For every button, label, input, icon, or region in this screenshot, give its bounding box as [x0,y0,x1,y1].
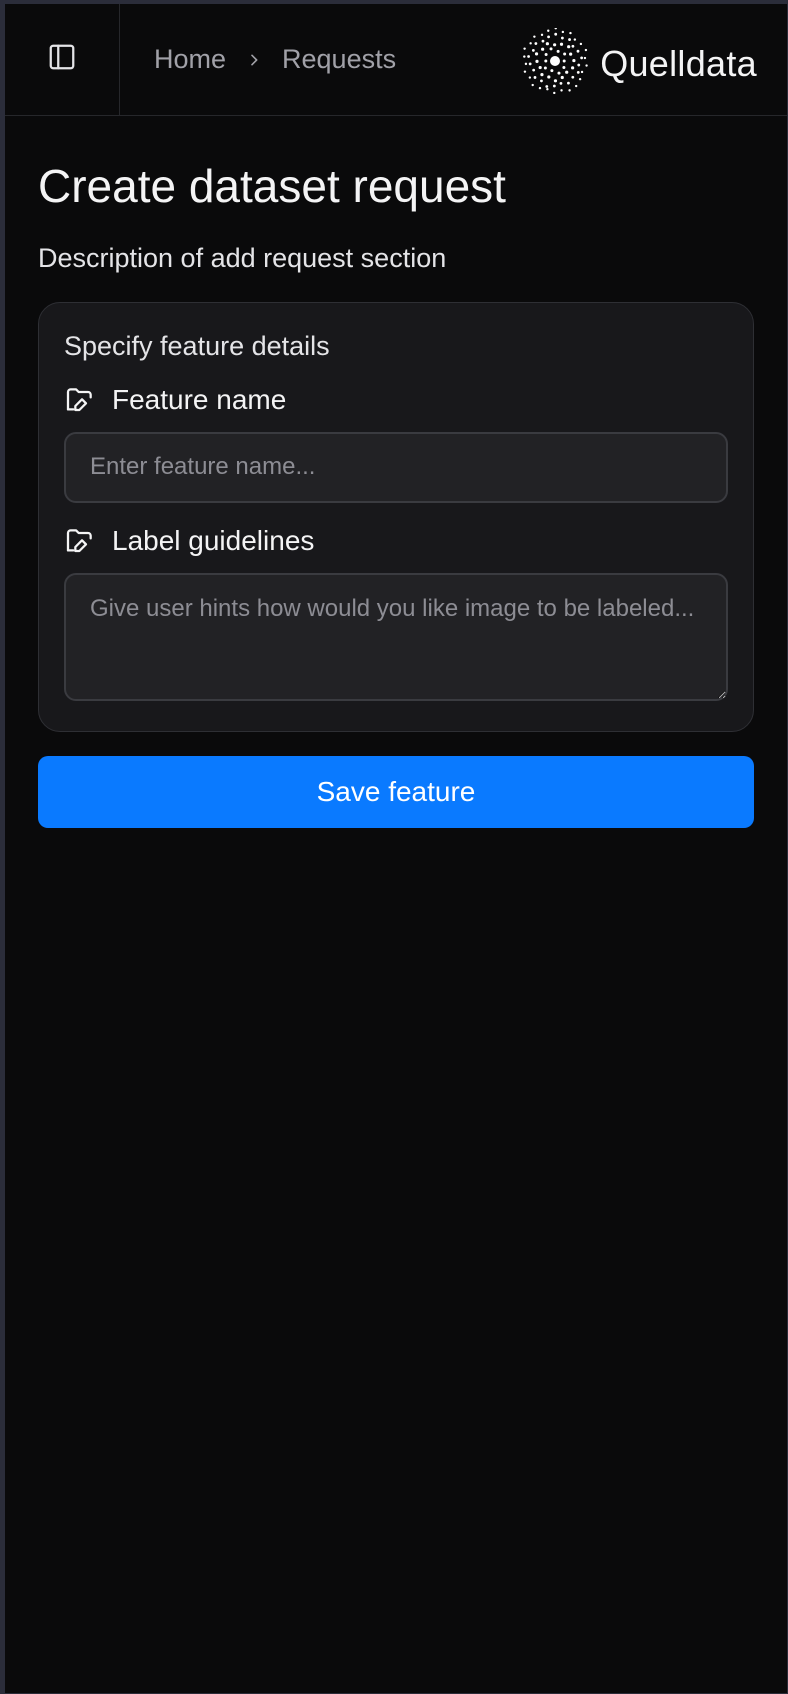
feature-name-label: Feature name [64,384,728,416]
breadcrumb-home[interactable]: Home [154,44,226,75]
chevron-right-icon [246,52,262,68]
label-guidelines-label-text: Label guidelines [112,524,315,556]
app-frame: Home Requests Quelldata Create dataset r… [5,4,787,1693]
folder-edit-icon [64,525,96,557]
save-feature-button[interactable]: Save feature [38,755,754,828]
sidebar-toggle-button[interactable] [5,4,120,115]
feature-name-label-text: Feature name [112,383,287,415]
brand[interactable]: Quelldata [522,27,757,99]
feature-name-input[interactable] [64,431,728,503]
folder-edit-icon [64,384,96,416]
page-title: Create dataset request [38,160,506,212]
breadcrumb-requests[interactable]: Requests [282,44,396,75]
top-header: Home Requests Quelldata [5,4,787,116]
label-guidelines-textarea[interactable] [64,572,728,701]
main-content: Create dataset request Description of ad… [5,160,787,828]
page-description: Description of add request section [38,242,447,273]
breadcrumb: Home Requests [154,44,396,75]
sidebar-panel-icon [47,42,77,77]
label-guidelines-label: Label guidelines [64,525,728,557]
quelldata-logo-icon [522,27,588,99]
feature-details-card: Specify feature details Feature name Ent… [38,301,754,732]
card-title: Specify feature details [64,330,330,361]
brand-name: Quelldata [600,42,757,84]
